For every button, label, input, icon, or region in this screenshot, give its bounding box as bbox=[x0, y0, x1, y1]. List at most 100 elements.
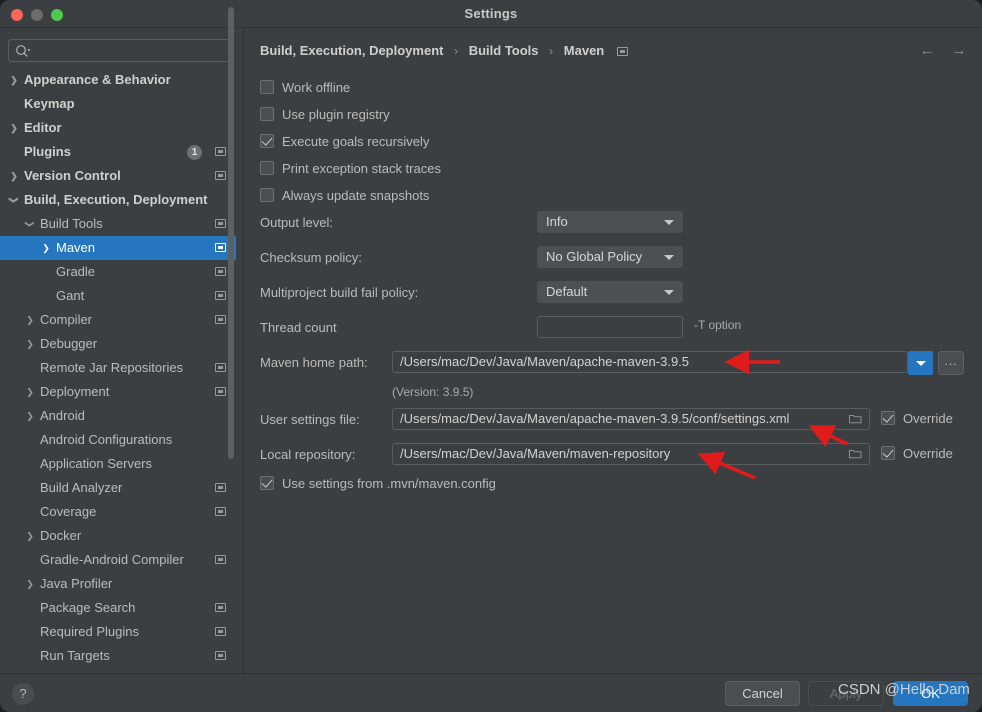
sidebar-item-plugins[interactable]: Plugins 1 bbox=[0, 140, 236, 164]
help-button[interactable]: ? bbox=[12, 683, 34, 705]
sidebar-item-run-targets[interactable]: Run Targets bbox=[0, 644, 236, 668]
watermark-text: CSDN @Hello Dam bbox=[838, 681, 970, 698]
checkbox-box[interactable] bbox=[260, 188, 274, 202]
folder-icon[interactable] bbox=[849, 414, 862, 424]
chevron-down-icon[interactable]: ❯ bbox=[2, 194, 26, 206]
sidebar-item-maven[interactable]: ❯ Maven bbox=[0, 236, 236, 260]
chevron-right-icon[interactable]: ❯ bbox=[8, 116, 20, 140]
sidebar-item-android-configurations[interactable]: Android Configurations bbox=[0, 428, 236, 452]
user-settings-file-input[interactable]: /Users/mac/Dev/Java/Maven/apache-maven-3… bbox=[392, 408, 870, 430]
sidebar-item-label: Appearance & Behavior bbox=[24, 72, 171, 87]
output-level-select[interactable]: Info bbox=[537, 211, 683, 233]
sidebar-item-label: Plugins bbox=[24, 144, 71, 159]
chevron-right-icon[interactable]: ❯ bbox=[8, 68, 20, 92]
sidebar-item-label: Build, Execution, Deployment bbox=[24, 192, 208, 207]
sidebar-item-label: Version Control bbox=[24, 168, 121, 183]
checksum-policy-value: No Global Policy bbox=[546, 249, 643, 264]
chevron-down-icon[interactable]: ❯ bbox=[18, 218, 42, 230]
sidebar-item-gradle-android-compiler[interactable]: Gradle-Android Compiler bbox=[0, 548, 236, 572]
sidebar-item-java-profiler[interactable]: ❯ Java Profiler bbox=[0, 572, 236, 596]
project-scope-icon bbox=[215, 507, 226, 516]
cancel-button[interactable]: Cancel bbox=[725, 681, 800, 706]
search-icon bbox=[16, 45, 31, 57]
chevron-down-icon bbox=[664, 290, 674, 295]
sidebar-item-label: Android Configurations bbox=[40, 432, 173, 447]
maven-home-browse-button[interactable]: ... bbox=[938, 351, 964, 375]
sidebar-item-build-analyzer[interactable]: Build Analyzer bbox=[0, 476, 236, 500]
checkbox-box[interactable] bbox=[260, 476, 274, 490]
sidebar-item-debugger[interactable]: ❯ Debugger bbox=[0, 332, 236, 356]
checksum-policy-select[interactable]: No Global Policy bbox=[537, 246, 683, 268]
maven-settings-panel: Build, Execution, Deployment › Build Too… bbox=[244, 28, 982, 673]
checkbox-box[interactable] bbox=[881, 411, 895, 425]
breadcrumb-part-2[interactable]: Maven bbox=[564, 43, 604, 58]
sidebar-item-label: Maven bbox=[56, 240, 96, 255]
breadcrumb-part-0[interactable]: Build, Execution, Deployment bbox=[260, 43, 443, 58]
arrow-left-icon[interactable]: ← bbox=[916, 40, 938, 62]
sidebar-item-deployment[interactable]: ❯ Deployment bbox=[0, 380, 236, 404]
search-input[interactable] bbox=[35, 42, 227, 60]
sidebar-item-keymap[interactable]: Keymap bbox=[0, 92, 236, 116]
chevron-down-icon bbox=[664, 220, 674, 225]
local-repository-input[interactable]: /Users/mac/Dev/Java/Maven/maven-reposito… bbox=[392, 443, 870, 465]
sidebar-item-remote-jar-repositories[interactable]: Remote Jar Repositories bbox=[0, 356, 236, 380]
checkbox-box[interactable] bbox=[260, 161, 274, 175]
settings-tree[interactable]: ❯ Appearance & Behavior Keymap ❯ Editor Plugi… bbox=[0, 68, 236, 673]
sidebar-scrollbar[interactable] bbox=[228, 7, 234, 459]
sidebar-item-label: Debugger bbox=[40, 336, 98, 351]
sidebar-item-version-control[interactable]: ❯ Version Control bbox=[0, 164, 236, 188]
sidebar-item-package-search[interactable]: Package Search bbox=[0, 596, 236, 620]
chevron-right-icon[interactable]: ❯ bbox=[24, 404, 36, 428]
chevron-right-icon[interactable]: ❯ bbox=[24, 308, 36, 332]
maven-home-path-label: Maven home path: bbox=[260, 355, 368, 370]
sidebar-item-compiler[interactable]: ❯ Compiler bbox=[0, 308, 236, 332]
checkbox-label: Override bbox=[903, 411, 953, 426]
output-level-label: Output level: bbox=[260, 215, 333, 230]
sidebar-item-required-plugins[interactable]: Required Plugins bbox=[0, 620, 236, 644]
checkbox-box[interactable] bbox=[260, 134, 274, 148]
search-box[interactable] bbox=[8, 39, 234, 62]
arrow-right-icon[interactable]: → bbox=[948, 40, 970, 62]
sidebar-item-build-execution-deployment[interactable]: ❯ Build, Execution, Deployment bbox=[0, 188, 236, 212]
sidebar-item-gant[interactable]: Gant bbox=[0, 284, 236, 308]
maven-home-path-input[interactable]: /Users/mac/Dev/Java/Maven/apache-maven-3… bbox=[392, 351, 908, 373]
thread-count-label: Thread count bbox=[260, 320, 337, 335]
project-scope-icon bbox=[616, 47, 628, 57]
sidebar-item-appearance-behavior[interactable]: ❯ Appearance & Behavior bbox=[0, 68, 236, 92]
settings-dialog: Settings ❯ Appearance & Behavior Keymap ❯ Ed… bbox=[0, 0, 982, 712]
sidebar-item-label: Build Analyzer bbox=[40, 480, 123, 495]
multiproject-build-fail-policy-select[interactable]: Default bbox=[537, 281, 683, 303]
checkbox-box[interactable] bbox=[881, 446, 895, 460]
checkbox-box[interactable] bbox=[260, 80, 274, 94]
checkbox-box[interactable] bbox=[260, 107, 274, 121]
sidebar-item-gradle[interactable]: Gradle bbox=[0, 260, 236, 284]
project-scope-icon bbox=[215, 363, 226, 372]
breadcrumb-part-1[interactable]: Build Tools bbox=[469, 43, 539, 58]
maven-home-dropdown-button[interactable] bbox=[908, 351, 933, 375]
chevron-right-icon[interactable]: ❯ bbox=[24, 524, 36, 548]
local-repository-label: Local repository: bbox=[260, 447, 356, 462]
sidebar-item-label: Android bbox=[40, 408, 85, 423]
sidebar-item-application-servers[interactable]: Application Servers bbox=[0, 452, 236, 476]
sidebar-item-label: Compiler bbox=[40, 312, 93, 327]
chevron-right-icon[interactable]: ❯ bbox=[40, 236, 52, 260]
user-settings-file-value: /Users/mac/Dev/Java/Maven/apache-maven-3… bbox=[400, 411, 790, 426]
sidebar-item-label: Coverage bbox=[40, 504, 97, 519]
sidebar-item-android[interactable]: ❯ Android bbox=[0, 404, 236, 428]
project-scope-icon bbox=[215, 651, 226, 660]
sidebar-item-editor[interactable]: ❯ Editor bbox=[0, 116, 236, 140]
chevron-right-icon[interactable]: ❯ bbox=[24, 572, 36, 596]
maven-home-path-value: /Users/mac/Dev/Java/Maven/apache-maven-3… bbox=[400, 354, 690, 369]
sidebar-item-coverage[interactable]: Coverage bbox=[0, 500, 236, 524]
thread-count-input[interactable] bbox=[537, 316, 683, 338]
chevron-right-icon[interactable]: ❯ bbox=[24, 332, 36, 356]
folder-icon[interactable] bbox=[849, 449, 862, 459]
sidebar-item-docker[interactable]: ❯ Docker bbox=[0, 524, 236, 548]
chevron-right-icon[interactable]: ❯ bbox=[24, 380, 36, 404]
checkbox-label: Print exception stack traces bbox=[282, 161, 441, 176]
project-scope-icon bbox=[215, 147, 226, 156]
multiproject-build-fail-policy-label: Multiproject build fail policy: bbox=[260, 285, 419, 300]
chevron-right-icon[interactable]: ❯ bbox=[8, 164, 20, 188]
sidebar-item-build-tools[interactable]: ❯ Build Tools bbox=[0, 212, 236, 236]
local-repository-value: /Users/mac/Dev/Java/Maven/maven-reposito… bbox=[400, 446, 671, 461]
